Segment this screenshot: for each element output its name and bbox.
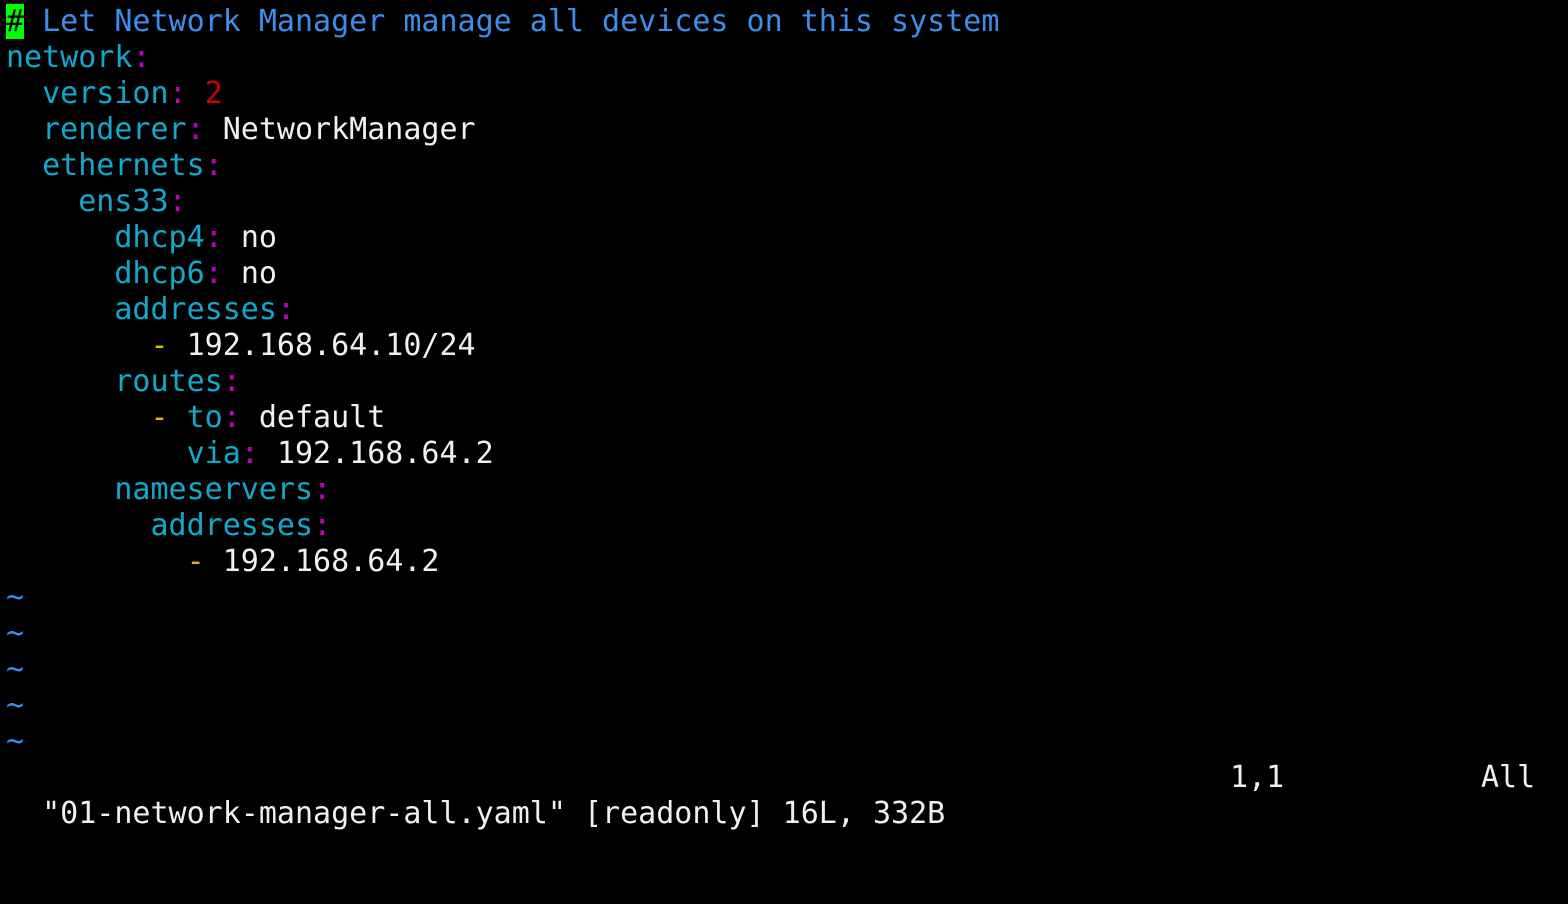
list-dash: -	[150, 328, 169, 363]
yaml-colon: :	[168, 76, 187, 111]
yaml-value: 192.168.64.10/24	[186, 328, 476, 363]
yaml-value: 192.168.64.2	[222, 544, 440, 579]
yaml-line: - 192.168.64.10/24	[6, 328, 1562, 364]
yaml-key: addresses	[114, 292, 277, 327]
yaml-key: dhcp4	[114, 220, 205, 255]
yaml-key: dhcp6	[114, 256, 205, 291]
yaml-value: no	[240, 220, 277, 255]
yaml-line: ens33:	[6, 184, 1562, 220]
yaml-value: 2	[204, 76, 223, 111]
yaml-colon: :	[186, 112, 205, 147]
yaml-colon: :	[168, 184, 187, 219]
list-dash: -	[186, 544, 205, 579]
comment-text: Let Network Manager manage all devices o…	[24, 4, 1000, 39]
yaml-colon: :	[313, 472, 332, 507]
yaml-colon: :	[222, 400, 241, 435]
yaml-colon: :	[222, 364, 241, 399]
yaml-value: 192.168.64.2	[276, 436, 494, 471]
empty-line-marker: ~	[6, 724, 25, 759]
yaml-line: version: 2	[6, 76, 1562, 112]
scroll-position: All	[1481, 760, 1536, 795]
yaml-line: dhcp4: no	[6, 220, 1562, 256]
list-dash: -	[150, 400, 169, 435]
vim-editor[interactable]: # Let Network Manager manage all devices…	[6, 4, 1562, 760]
yaml-key: renderer	[42, 112, 187, 147]
empty-line-marker: ~	[6, 688, 25, 723]
yaml-colon: :	[276, 292, 295, 327]
yaml-colon: :	[240, 436, 259, 471]
yaml-value: default	[258, 400, 386, 435]
yaml-key: ethernets	[42, 148, 205, 183]
yaml-colon: :	[132, 40, 151, 75]
yaml-value: no	[240, 256, 277, 291]
yaml-line: dhcp6: no	[6, 256, 1562, 292]
code-lines: network: version: 2 renderer: NetworkMan…	[6, 40, 1562, 580]
yaml-colon: :	[313, 508, 332, 543]
yaml-line: nameservers:	[6, 472, 1562, 508]
yaml-colon: :	[204, 256, 223, 291]
yaml-line: - to: default	[6, 400, 1562, 436]
yaml-line: routes:	[6, 364, 1562, 400]
empty-lines: ~ ~ ~ ~ ~	[6, 580, 1562, 760]
yaml-line: - 192.168.64.2	[6, 544, 1562, 580]
yaml-key: to	[186, 400, 223, 435]
yaml-key: version	[42, 76, 169, 111]
empty-line-marker: ~	[6, 580, 25, 615]
yaml-key: network	[6, 40, 133, 75]
yaml-line: ethernets:	[6, 148, 1562, 184]
yaml-value: NetworkManager	[222, 112, 476, 147]
yaml-line: network:	[6, 40, 1562, 76]
yaml-key: routes	[114, 364, 223, 399]
comment-line: # Let Network Manager manage all devices…	[6, 4, 1562, 40]
yaml-key: via	[186, 436, 241, 471]
yaml-key: addresses	[150, 508, 314, 543]
file-info: "01-network-manager-all.yaml" [readonly]…	[42, 796, 946, 831]
yaml-key: nameservers	[114, 472, 314, 507]
empty-line-marker: ~	[6, 652, 25, 687]
text-cursor: #	[6, 4, 25, 39]
empty-line-marker: ~	[6, 616, 25, 651]
yaml-line: addresses:	[6, 508, 1562, 544]
yaml-colon: :	[204, 148, 223, 183]
yaml-line: addresses:	[6, 292, 1562, 328]
status-line: "01-network-manager-all.yaml" [readonly]…	[6, 760, 1562, 831]
yaml-colon: :	[204, 220, 223, 255]
cursor-position: 1,1	[1230, 760, 1285, 795]
yaml-line: via: 192.168.64.2	[6, 436, 1562, 472]
yaml-line: renderer: NetworkManager	[6, 112, 1562, 148]
yaml-key: ens33	[78, 184, 169, 219]
